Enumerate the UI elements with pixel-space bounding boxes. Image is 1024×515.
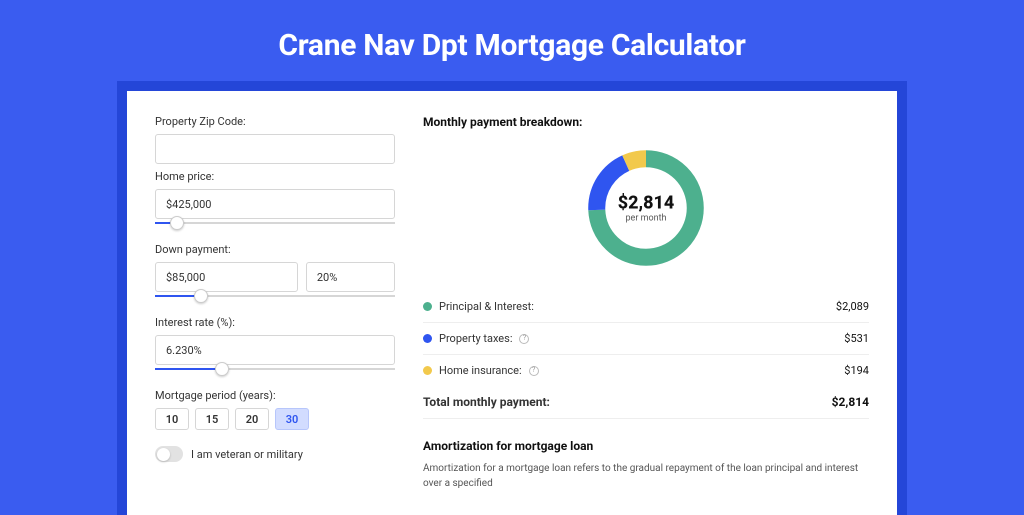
outer-frame: Property Zip Code: Home price: Down paym… bbox=[117, 81, 907, 515]
legend-dot-icon bbox=[423, 302, 432, 311]
field-price: Home price: bbox=[155, 170, 395, 233]
period-btn-30[interactable]: 30 bbox=[275, 408, 309, 430]
amortization-text: Amortization for a mortgage loan refers … bbox=[423, 461, 869, 491]
rate-slider-handle[interactable] bbox=[215, 362, 229, 376]
row-label: Home insurance: bbox=[439, 364, 522, 377]
page-title: Crane Nav Dpt Mortgage Calculator bbox=[0, 0, 1024, 81]
row-value: $194 bbox=[844, 364, 869, 377]
breakdown-row: Property taxes:? $531 bbox=[423, 323, 869, 355]
legend-dot-icon bbox=[423, 334, 432, 343]
field-period: Mortgage period (years): 10 15 20 30 bbox=[155, 389, 395, 430]
row-label: Principal & Interest: bbox=[439, 300, 534, 313]
downpayment-amount-input[interactable] bbox=[155, 262, 298, 292]
period-btn-20[interactable]: 20 bbox=[235, 408, 269, 430]
total-value: $2,814 bbox=[832, 395, 869, 409]
price-slider[interactable] bbox=[155, 219, 395, 233]
legend-dot-icon bbox=[423, 366, 432, 375]
veteran-row: I am veteran or military bbox=[155, 446, 395, 462]
rate-slider[interactable] bbox=[155, 365, 395, 379]
row-label: Property taxes: bbox=[439, 332, 512, 345]
total-label: Total monthly payment: bbox=[423, 395, 550, 409]
period-btn-15[interactable]: 15 bbox=[195, 408, 229, 430]
downpayment-slider[interactable] bbox=[155, 292, 395, 306]
period-btn-10[interactable]: 10 bbox=[155, 408, 189, 430]
donut-chart: $2,814 per month bbox=[581, 143, 711, 273]
total-row: Total monthly payment: $2,814 bbox=[423, 386, 869, 419]
toggle-knob bbox=[157, 448, 170, 461]
input-column: Property Zip Code: Home price: Down paym… bbox=[155, 115, 395, 491]
donut-amount: $2,814 bbox=[618, 193, 675, 214]
donut-sub: per month bbox=[618, 214, 675, 224]
zip-input[interactable] bbox=[155, 134, 395, 164]
period-label: Mortgage period (years): bbox=[155, 389, 395, 402]
donut-chart-wrap: $2,814 per month bbox=[423, 143, 869, 273]
help-icon[interactable]: ? bbox=[519, 334, 529, 344]
rate-input[interactable] bbox=[155, 335, 395, 365]
price-label: Home price: bbox=[155, 170, 395, 183]
veteran-toggle[interactable] bbox=[155, 446, 183, 462]
breakdown-row: Home insurance:? $194 bbox=[423, 355, 869, 386]
calculator-panel: Property Zip Code: Home price: Down paym… bbox=[127, 91, 897, 515]
donut-center: $2,814 per month bbox=[618, 193, 675, 224]
breakdown-column: Monthly payment breakdown: $2,814 per mo… bbox=[423, 115, 869, 491]
amortization-title: Amortization for mortgage loan bbox=[423, 439, 869, 453]
row-value: $2,089 bbox=[836, 300, 869, 313]
downpayment-pct-input[interactable] bbox=[306, 262, 395, 292]
price-input[interactable] bbox=[155, 189, 395, 219]
zip-label: Property Zip Code: bbox=[155, 115, 395, 128]
field-zip: Property Zip Code: bbox=[155, 115, 395, 164]
breakdown-rows: Principal & Interest: $2,089 Property taxe… bbox=[423, 291, 869, 386]
downpayment-slider-handle[interactable] bbox=[194, 289, 208, 303]
price-slider-handle[interactable] bbox=[170, 216, 184, 230]
rate-label: Interest rate (%): bbox=[155, 316, 395, 329]
help-icon[interactable]: ? bbox=[529, 366, 539, 376]
downpayment-label: Down payment: bbox=[155, 243, 395, 256]
row-value: $531 bbox=[844, 332, 869, 345]
field-rate: Interest rate (%): bbox=[155, 316, 395, 379]
breakdown-row: Principal & Interest: $2,089 bbox=[423, 291, 869, 323]
field-downpayment: Down payment: bbox=[155, 243, 395, 306]
breakdown-title: Monthly payment breakdown: bbox=[423, 115, 869, 129]
period-button-group: 10 15 20 30 bbox=[155, 408, 395, 430]
veteran-label: I am veteran or military bbox=[191, 448, 303, 461]
